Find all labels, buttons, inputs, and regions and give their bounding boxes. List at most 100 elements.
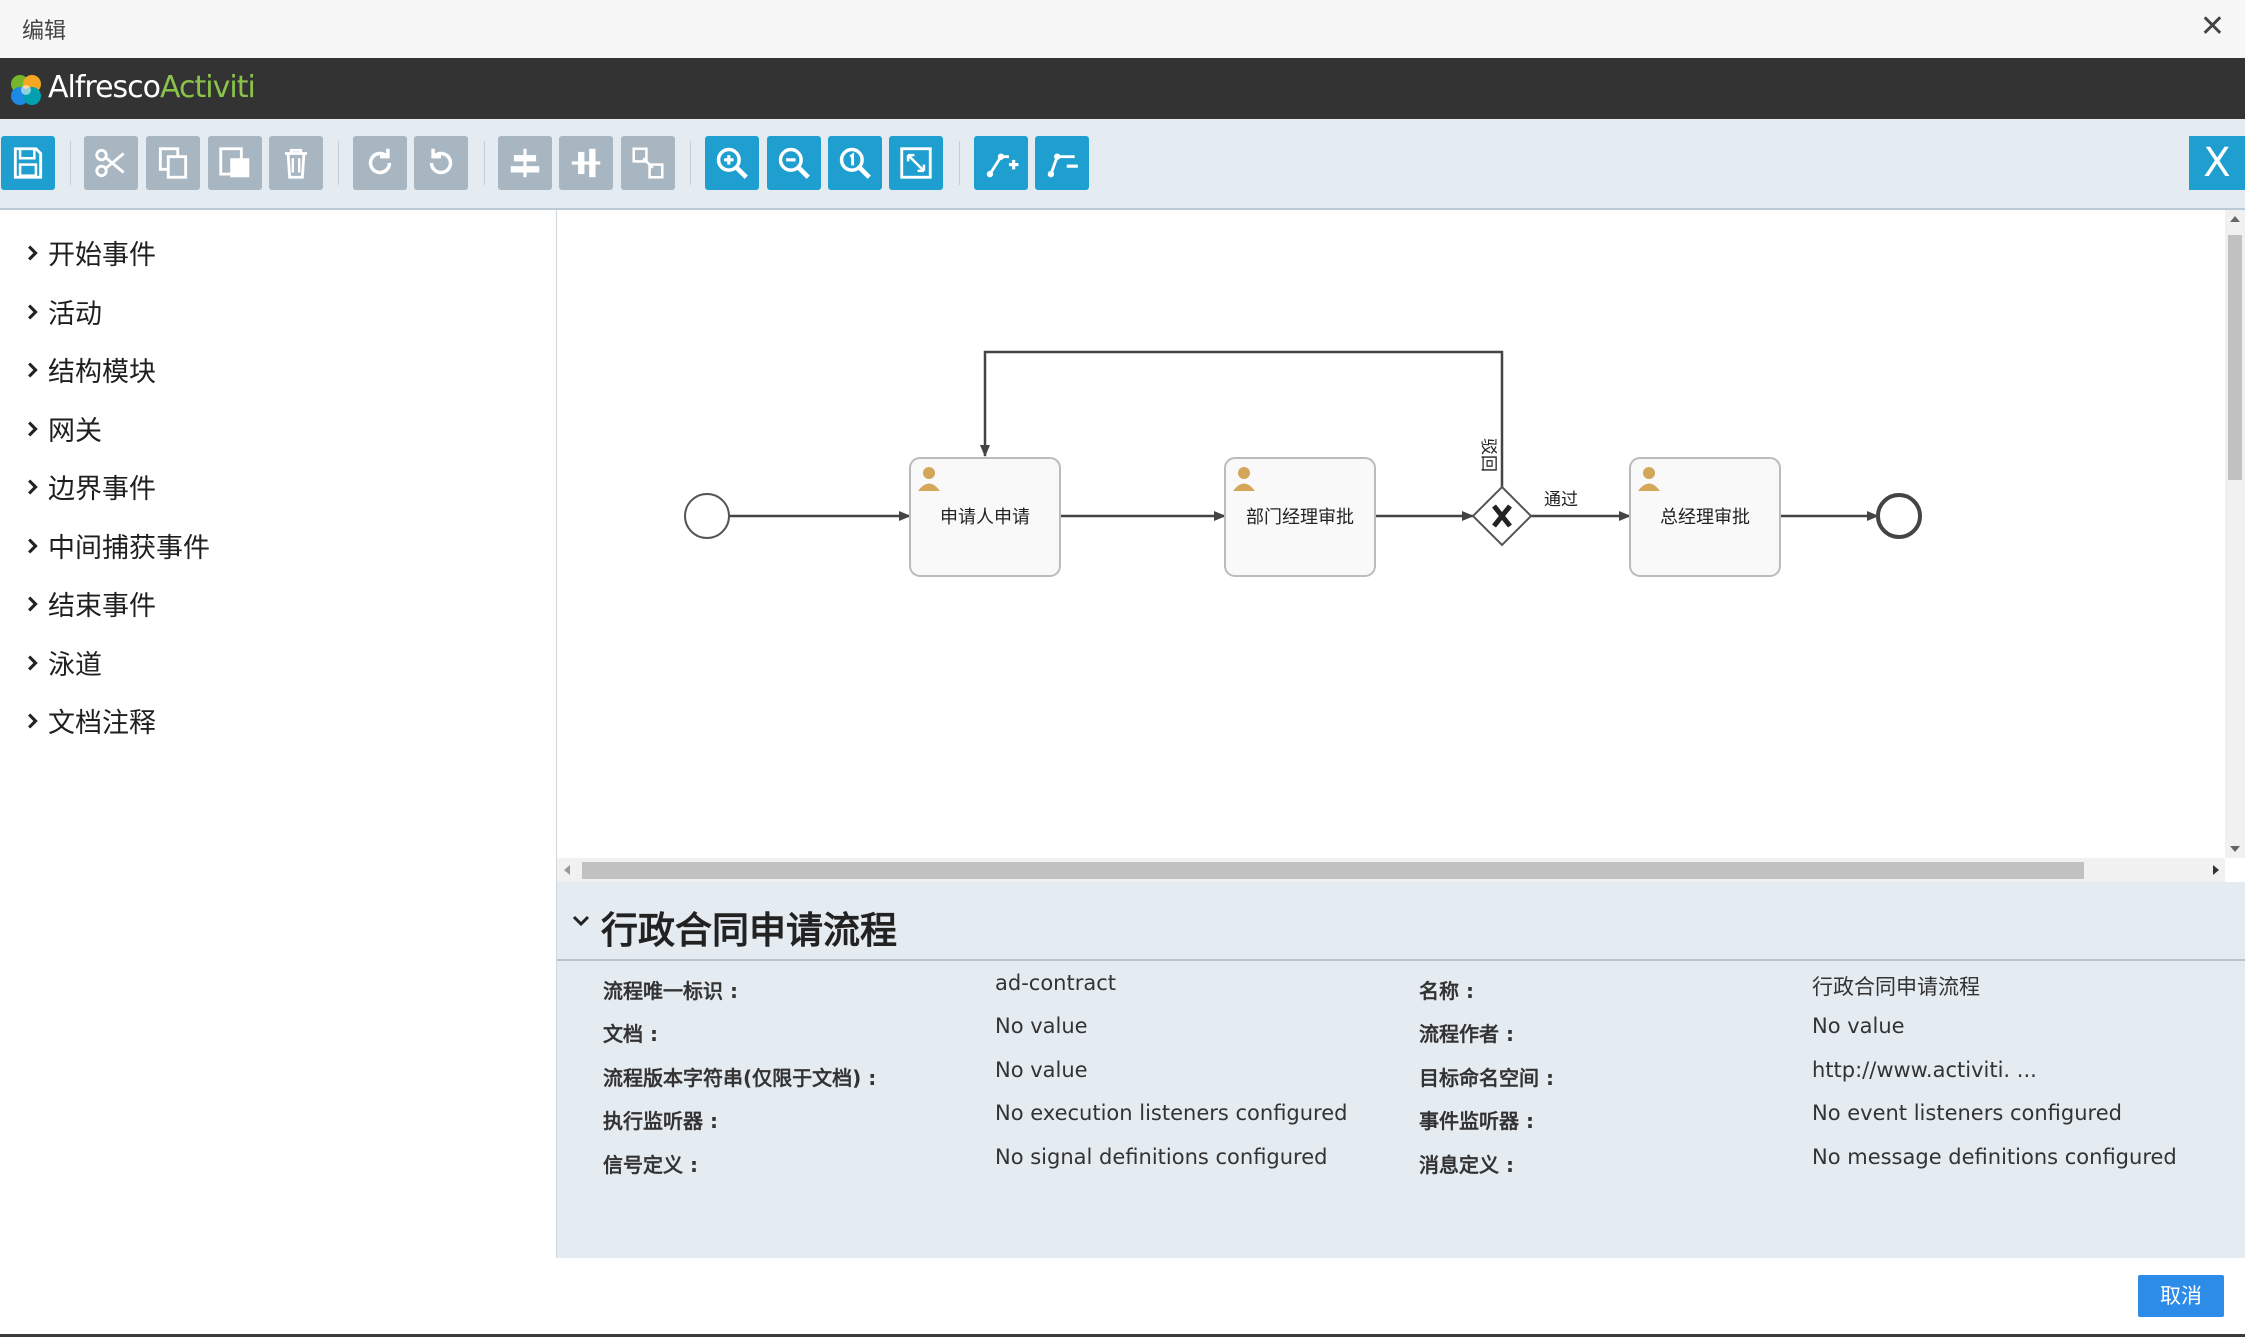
save-button[interactable] xyxy=(1,136,55,190)
palette-item-activities[interactable]: 活动 xyxy=(26,292,102,331)
end-event[interactable] xyxy=(1876,493,1922,539)
align-horizontal-button[interactable] xyxy=(498,136,552,190)
toolbar-separator xyxy=(70,141,71,185)
undo-button[interactable] xyxy=(414,136,468,190)
exit-editor-button[interactable]: X xyxy=(2189,136,2245,190)
chevron-right-icon xyxy=(28,361,38,378)
cut-icon xyxy=(95,148,125,178)
palette-item-artifacts[interactable]: 文档注释 xyxy=(26,701,156,740)
palette-item-label: 文档注释 xyxy=(48,708,156,739)
chevron-right-icon xyxy=(28,420,38,437)
cut-button[interactable] xyxy=(84,136,138,190)
chevron-right-icon xyxy=(28,244,38,261)
palette-item-end-events[interactable]: 结束事件 xyxy=(26,584,156,623)
prop-label-name: 名称 : xyxy=(1419,979,1474,1003)
prop-value-event-listeners[interactable]: No event listeners configured xyxy=(1812,1101,2122,1125)
user-task-applicant[interactable]: 申请人申请 xyxy=(909,457,1061,577)
palette-item-label: 泳道 xyxy=(48,650,102,681)
palette-item-intermediate-catch-events[interactable]: 中间捕获事件 xyxy=(26,526,210,565)
zoom-actual-button[interactable] xyxy=(828,136,882,190)
align-vertical-button[interactable] xyxy=(559,136,613,190)
prop-value-process-id[interactable]: ad-contract xyxy=(995,971,1116,995)
chevron-right-icon xyxy=(28,537,38,554)
prop-value-message-definitions[interactable]: No message definitions configured xyxy=(1812,1145,2177,1169)
remove-bendpoint-icon xyxy=(1047,153,1078,178)
diagram-canvas[interactable]: 申请人申请 部门经理审批 通过 驳回 总经理审批 xyxy=(557,210,2225,858)
scroll-left-icon[interactable] xyxy=(564,865,570,875)
palette-item-label: 边界事件 xyxy=(48,474,156,505)
delete-button[interactable] xyxy=(269,136,323,190)
close-icon[interactable]: ✕ xyxy=(2200,12,2225,42)
alfresco-flower-icon xyxy=(11,75,41,105)
prop-value-documentation[interactable]: No value xyxy=(995,1014,1088,1038)
prop-value-namespace[interactable]: http://www.activiti. ... xyxy=(1812,1058,2037,1082)
task-label: 部门经理审批 xyxy=(1246,507,1354,528)
paste-button[interactable] xyxy=(208,136,262,190)
palette-item-swimlanes[interactable]: 泳道 xyxy=(26,643,102,682)
chevron-down-icon[interactable] xyxy=(571,914,591,928)
remove-bendpoint-button[interactable] xyxy=(1035,136,1089,190)
prop-value-execution-listeners[interactable]: No execution listeners configured xyxy=(995,1101,1347,1125)
prop-value-author[interactable]: No value xyxy=(1812,1014,1905,1038)
toolbar-separator xyxy=(338,141,339,185)
zoom-in-icon xyxy=(716,147,748,179)
prop-label-signal-definitions: 信号定义 : xyxy=(603,1153,698,1177)
horizontal-scrollbar[interactable] xyxy=(557,858,2225,882)
zoom-fit-button[interactable] xyxy=(889,136,943,190)
palette-item-boundary-events[interactable]: 边界事件 xyxy=(26,467,156,506)
exclusive-gateway[interactable] xyxy=(1471,485,1533,547)
chevron-right-icon xyxy=(28,595,38,612)
app-logo-text: AlfrescoActiviti xyxy=(48,70,256,105)
vertical-scrollbar[interactable] xyxy=(2225,210,2245,858)
toolbar-separator xyxy=(690,141,691,185)
dialog-title: 编辑 xyxy=(22,19,67,44)
zoom-out-icon xyxy=(778,147,810,179)
add-bendpoint-icon xyxy=(986,153,1019,178)
palette-item-label: 网关 xyxy=(48,416,102,447)
save-icon xyxy=(13,147,43,179)
scroll-up-icon[interactable] xyxy=(2230,216,2240,222)
same-size-button[interactable] xyxy=(621,136,675,190)
start-event[interactable] xyxy=(684,493,730,539)
palette-item-label: 中间捕获事件 xyxy=(48,533,210,564)
chevron-right-icon xyxy=(28,478,38,495)
redo-button[interactable] xyxy=(353,136,407,190)
shape-palette: 开始事件 活动 结构模块 网关 边界事件 中间捕获事件 结束事件 泳道 文档注释 xyxy=(0,210,557,1258)
zoom-fit-icon xyxy=(900,147,932,179)
bpmn-diagram: 申请人申请 部门经理审批 通过 驳回 总经理审批 xyxy=(684,350,1922,577)
scroll-down-icon[interactable] xyxy=(2230,846,2240,852)
palette-item-gateways[interactable]: 网关 xyxy=(26,409,102,448)
prop-label-documentation: 文档 : xyxy=(603,1022,658,1046)
palette-item-label: 结构模块 xyxy=(48,357,156,388)
prop-value-name[interactable]: 行政合同申请流程 xyxy=(1812,971,1980,1001)
paste-icon xyxy=(219,147,250,178)
prop-label-version: 流程版本字符串(仅限于文档) : xyxy=(603,1066,877,1090)
prop-label-execution-listeners: 执行监听器 : xyxy=(603,1109,718,1133)
prop-value-signal-definitions[interactable]: No signal definitions configured xyxy=(995,1145,1327,1169)
palette-item-structural[interactable]: 结构模块 xyxy=(26,350,156,389)
properties-title: 行政合同申请流程 xyxy=(601,909,897,952)
prop-label-author: 流程作者 : xyxy=(1419,1022,1514,1046)
prop-value-version[interactable]: No value xyxy=(995,1058,1088,1082)
properties-header[interactable]: 行政合同申请流程 xyxy=(557,882,2245,961)
scrollbar-thumb[interactable] xyxy=(582,862,2084,879)
palette-item-label: 活动 xyxy=(48,299,102,330)
dialog-titlebar: 编辑 ✕ xyxy=(0,0,2245,59)
user-task-dept-manager[interactable]: 部门经理审批 xyxy=(1224,457,1376,577)
palette-item-label: 开始事件 xyxy=(48,240,156,271)
palette-item-start-events[interactable]: 开始事件 xyxy=(26,233,156,272)
zoom-in-button[interactable] xyxy=(705,136,759,190)
zoom-actual-icon xyxy=(839,147,871,179)
undo-icon xyxy=(429,148,453,175)
add-bendpoint-button[interactable] xyxy=(974,136,1028,190)
zoom-out-button[interactable] xyxy=(767,136,821,190)
properties-panel: 行政合同申请流程 流程唯一标识 : ad-contract 名称 : 行政合同申… xyxy=(557,882,2245,1258)
copy-button[interactable] xyxy=(146,136,200,190)
app-header: AlfrescoActiviti xyxy=(0,58,2245,119)
cancel-button[interactable]: 取消 xyxy=(2138,1275,2224,1317)
toolbar-separator xyxy=(484,141,485,185)
scroll-right-icon[interactable] xyxy=(2213,865,2219,875)
user-task-general-manager[interactable]: 总经理审批 xyxy=(1629,457,1781,577)
scrollbar-thumb[interactable] xyxy=(2228,235,2242,480)
chevron-right-icon xyxy=(28,654,38,671)
